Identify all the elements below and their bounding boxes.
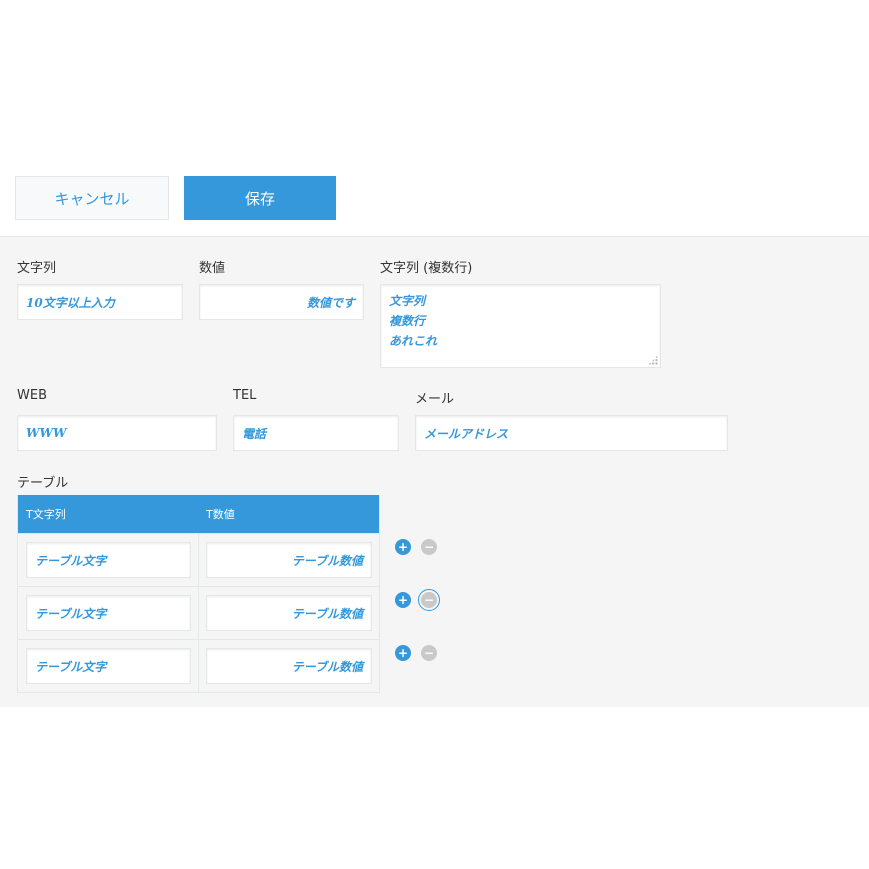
table-text-input[interactable]: テーブル文字 [26,542,191,578]
multiline-textarea[interactable]: 文字列 複数行 あれこれ [380,284,661,368]
tel-label: TEL [233,388,257,403]
add-row-icon[interactable]: + [395,645,411,661]
save-button[interactable]: 保存 [184,176,336,220]
tel-input[interactable]: 電話 [233,415,399,451]
string-label: 文字列 [17,261,57,276]
table-cell: テーブル数値 [199,534,379,586]
table-cell: テーブル文字 [18,640,199,692]
multiline-line: 文字列 [389,294,426,308]
mail-label: メール [415,392,455,407]
table-text-input[interactable]: テーブル文字 [26,595,191,631]
table-row: テーブル文字 テーブル数値 [18,533,379,586]
resize-handle[interactable] [648,355,658,365]
table-cell: テーブル数値 [199,587,379,639]
table-cell: テーブル数値 [199,640,379,692]
subtable: T文字列 T数値 テーブル文字 テーブル数値 テーブル文字 テーブル数値 テーブ… [17,495,380,693]
web-input[interactable]: WWW [17,415,217,451]
table-number-input[interactable]: テーブル数値 [206,595,372,631]
multiline-line: 複数行 [389,314,426,328]
number-label: 数値 [199,261,226,276]
string-input[interactable]: 10文字以上入力 [17,284,183,320]
number-input[interactable]: 数値です [199,284,364,320]
column-header-text: T文字列 [26,508,66,521]
add-row-icon[interactable]: + [395,592,411,608]
web-label: WEB [17,388,47,403]
table-label: テーブル [17,476,69,491]
table-number-input[interactable]: テーブル数値 [206,542,372,578]
multiline-line: あれこれ [389,334,438,348]
table-cell: テーブル文字 [18,587,199,639]
add-row-icon[interactable]: + [395,539,411,555]
remove-row-icon[interactable]: − [421,539,437,555]
table-text-input[interactable]: テーブル文字 [26,648,191,684]
cancel-button[interactable]: キャンセル [15,176,169,220]
remove-row-icon[interactable]: − [421,645,437,661]
column-header-number: T数値 [206,508,235,521]
table-row: テーブル文字 テーブル数値 [18,586,379,639]
table-header: T文字列 T数値 [18,495,379,533]
form-panel: 文字列 10文字以上入力 数値 数値です 文字列 (複数行) 文字列 複数行 あ… [0,236,869,707]
table-number-input[interactable]: テーブル数値 [206,648,372,684]
multiline-label: 文字列 (複数行) [380,261,473,276]
remove-row-icon[interactable]: − [418,589,440,611]
table-row: テーブル文字 テーブル数値 [18,639,379,692]
mail-input[interactable]: メールアドレス [415,415,728,451]
table-cell: テーブル文字 [18,534,199,586]
